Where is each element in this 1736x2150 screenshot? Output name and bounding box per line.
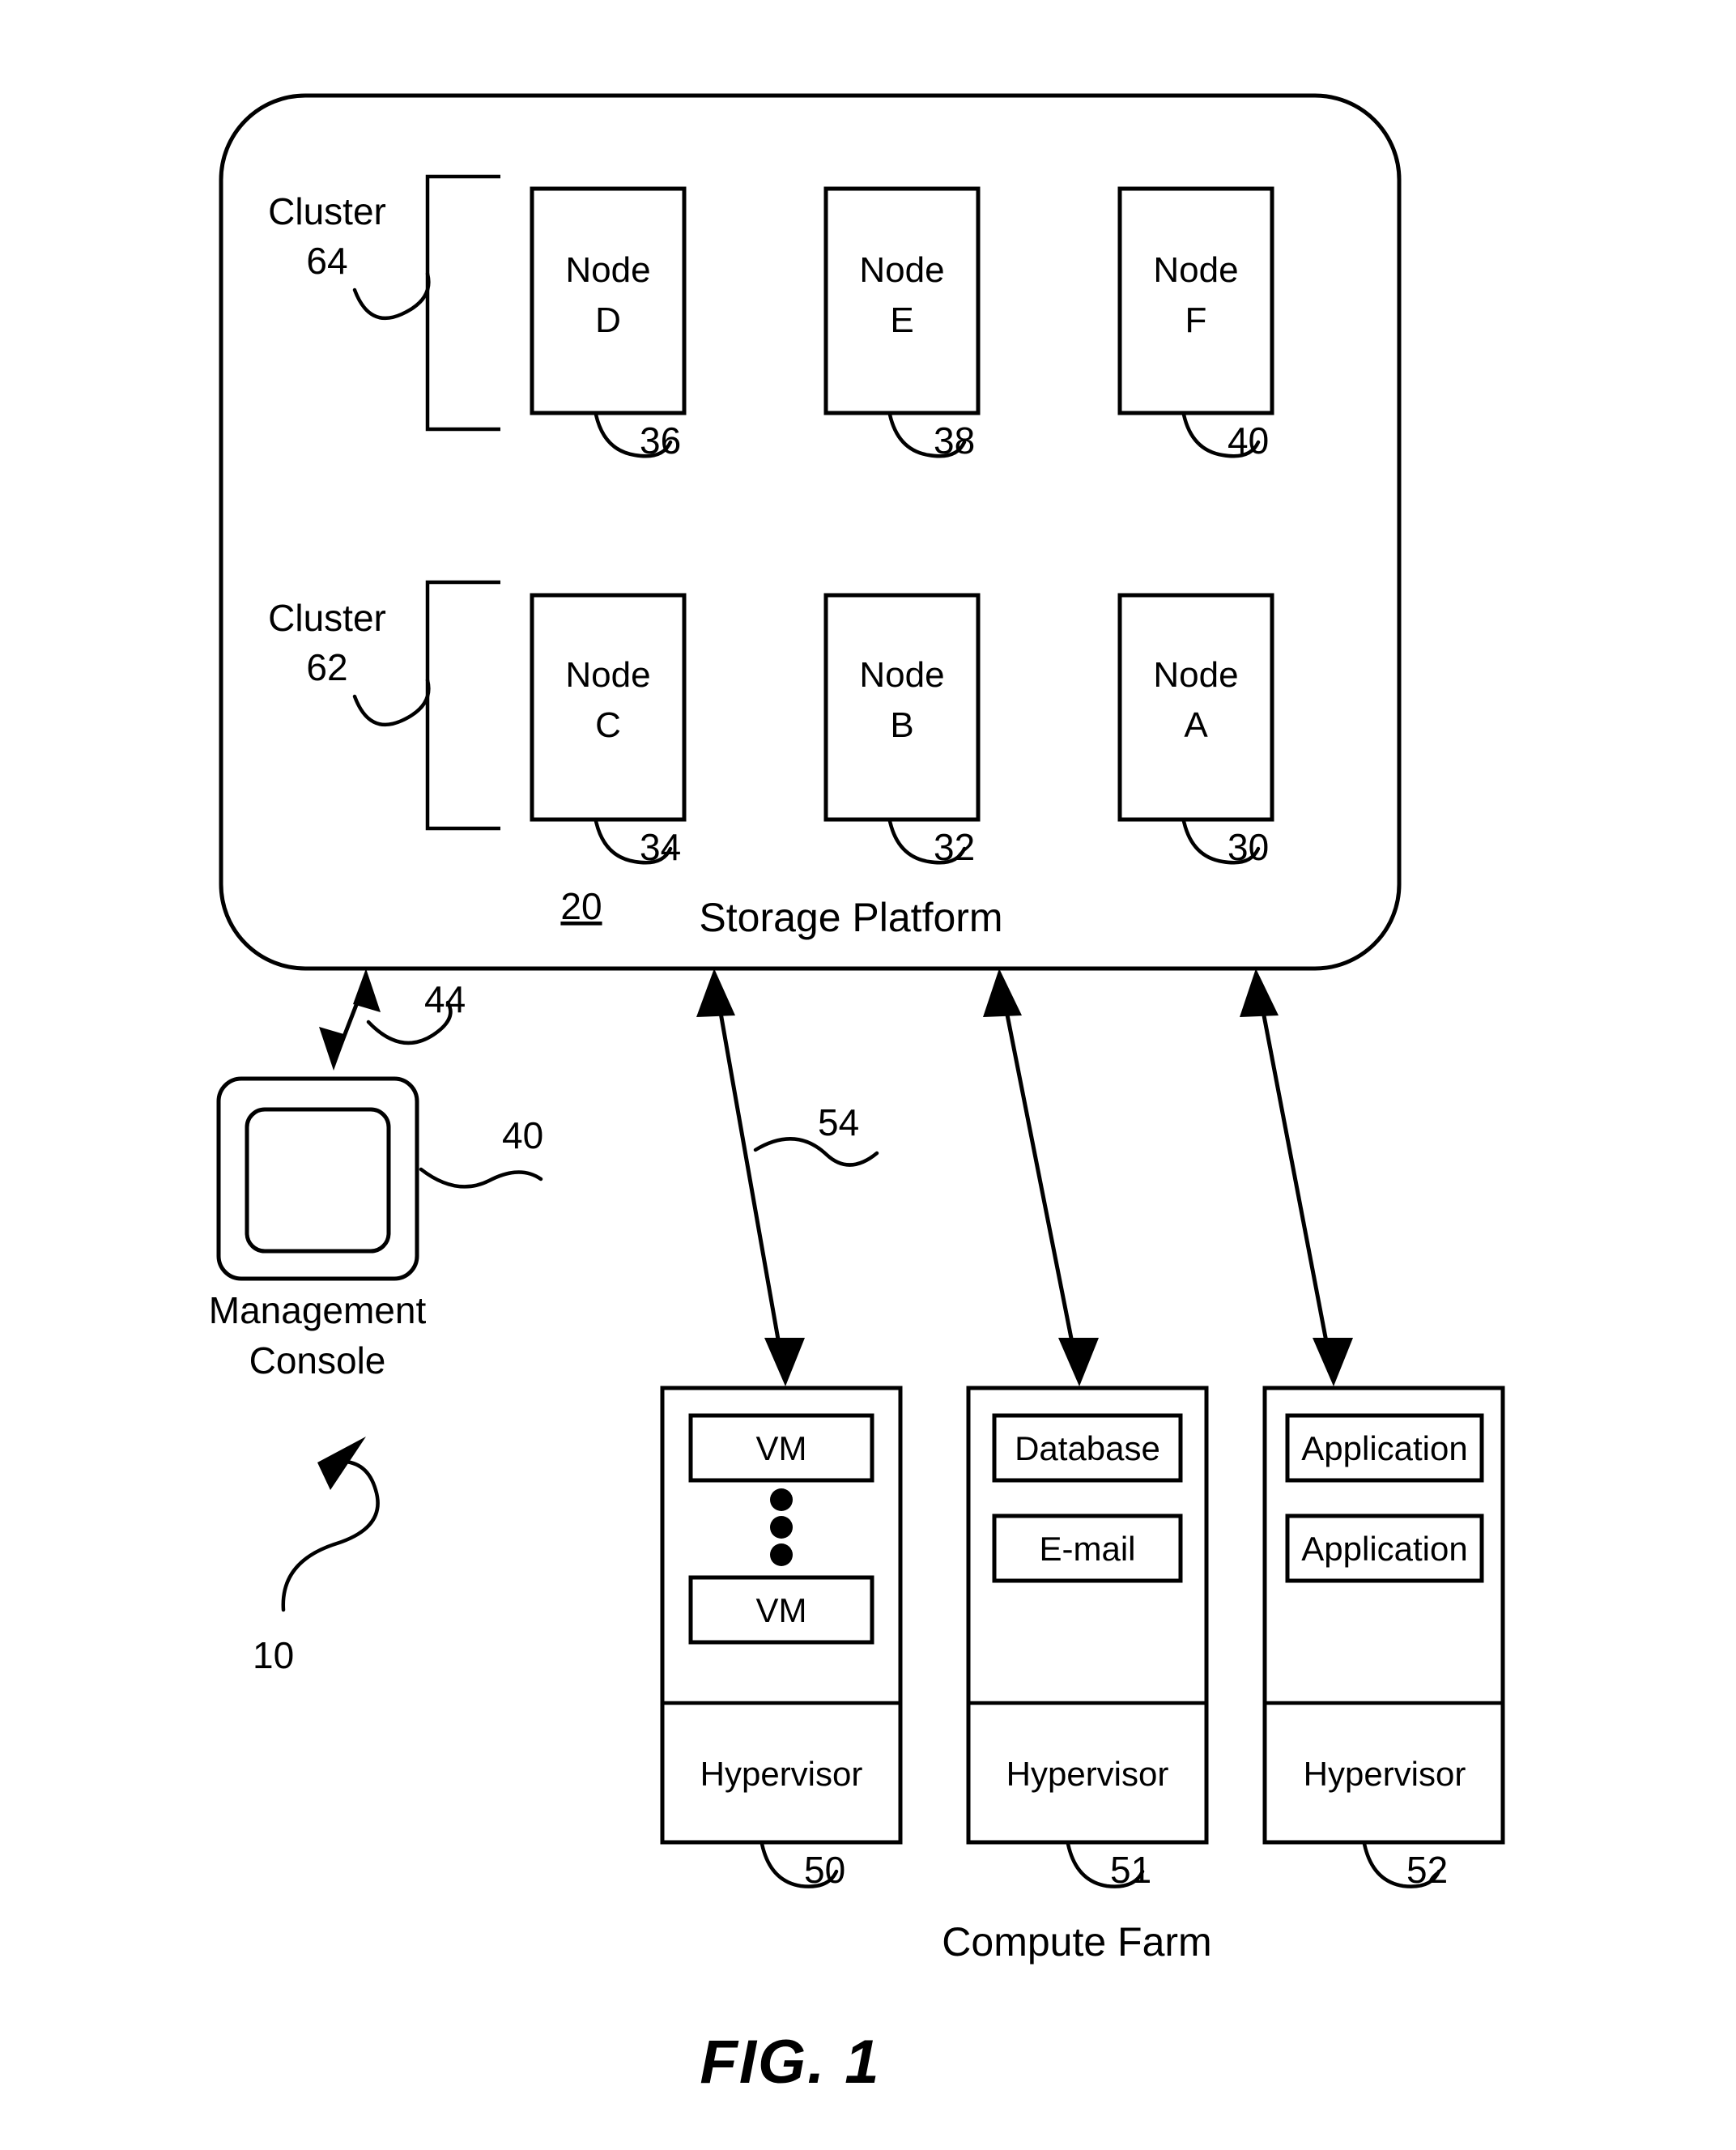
compute-host-50-ref: 50 [804, 1849, 845, 1891]
hypervisor-label-51: Hypervisor [1006, 1755, 1169, 1793]
node-b-ref: 32 [934, 826, 975, 868]
link-host-51-arrowhead-down [1058, 1338, 1099, 1386]
node-b-label-line2: B [890, 705, 913, 745]
management-console-label-line2: Console [249, 1339, 386, 1382]
node-e-label-line2: E [890, 300, 913, 340]
system-ref-10-arrowhead [317, 1437, 366, 1490]
node-d-label-line1: Node [565, 250, 650, 290]
workload-label-50-1: VM [756, 1591, 807, 1629]
management-console-leader-line [419, 1167, 543, 1189]
cluster-64-ref: 64 [306, 240, 347, 282]
node-c-label-line2: C [595, 705, 621, 745]
system-ref-10: 10 [253, 1634, 294, 1676]
node-c-ref: 34 [640, 826, 681, 868]
link-54-line [715, 994, 785, 1368]
workload-label-50-0: VM [756, 1429, 807, 1467]
node-e-ref: 38 [934, 419, 975, 462]
link-host-52-arrowhead-up [1240, 969, 1279, 1017]
node-c-label-line1: Node [565, 655, 650, 695]
compute-farm-title: Compute Farm [942, 1919, 1211, 1965]
link-host-52-arrowhead-down [1313, 1338, 1353, 1386]
link-54-arrowhead-down [764, 1338, 805, 1386]
management-console-label-line1: Management [209, 1289, 427, 1331]
workload-label-52-0: Application [1301, 1429, 1467, 1467]
hypervisor-label-52: Hypervisor [1304, 1755, 1466, 1793]
ellipsis-dot-50-1 [770, 1488, 793, 1511]
ellipsis-dot-50-2 [770, 1516, 793, 1539]
node-a-ref: 30 [1228, 826, 1269, 868]
compute-host-51-ref: 51 [1110, 1849, 1151, 1891]
node-b-label-line1: Node [859, 655, 944, 695]
figure-canvas: Cluster 64 Node D 36 Node E 38 Node F 40… [209, 93, 1505, 2097]
link-44-arrowhead-down [319, 1027, 347, 1071]
compute-host-52-ref: 52 [1406, 1849, 1448, 1891]
link-54-ref: 54 [818, 1101, 859, 1143]
storage-platform-ref: 20 [560, 885, 602, 927]
link-54-arrowhead-up [696, 969, 735, 1017]
workload-label-52-1: Application [1301, 1530, 1467, 1568]
cluster-62-label: Cluster [268, 597, 386, 639]
workload-label-51-0: Database [1015, 1429, 1160, 1467]
node-f-label-line2: F [1185, 300, 1207, 340]
node-d-ref: 36 [640, 419, 681, 462]
node-f-label-line1: Node [1153, 250, 1238, 290]
management-console-screen [245, 1107, 391, 1254]
link-host-51-line [1001, 994, 1079, 1368]
storage-platform-title: Storage Platform [699, 895, 1002, 940]
link-host-52-line [1257, 994, 1334, 1368]
management-console-ref: 40 [502, 1114, 543, 1156]
node-a-label-line2: A [1184, 705, 1208, 745]
workload-label-51-1: E-mail [1039, 1530, 1135, 1568]
link-44-ref: 44 [424, 978, 466, 1020]
link-host-51-arrowhead-up [983, 969, 1022, 1017]
ellipsis-dot-50-3 [770, 1543, 793, 1566]
hypervisor-label-50: Hypervisor [700, 1755, 863, 1793]
node-d-label-line2: D [595, 300, 621, 340]
patent-figure: Cluster 64 Node D 36 Node E 38 Node F 40… [0, 0, 1736, 2150]
cluster-64-label: Cluster [268, 190, 386, 232]
cluster-62-ref: 62 [306, 646, 347, 688]
node-f-ref: 40 [1228, 419, 1269, 462]
node-e-label-line1: Node [859, 250, 944, 290]
node-a-label-line1: Node [1153, 655, 1238, 695]
figure-caption: FIG. 1 [700, 2028, 880, 2097]
